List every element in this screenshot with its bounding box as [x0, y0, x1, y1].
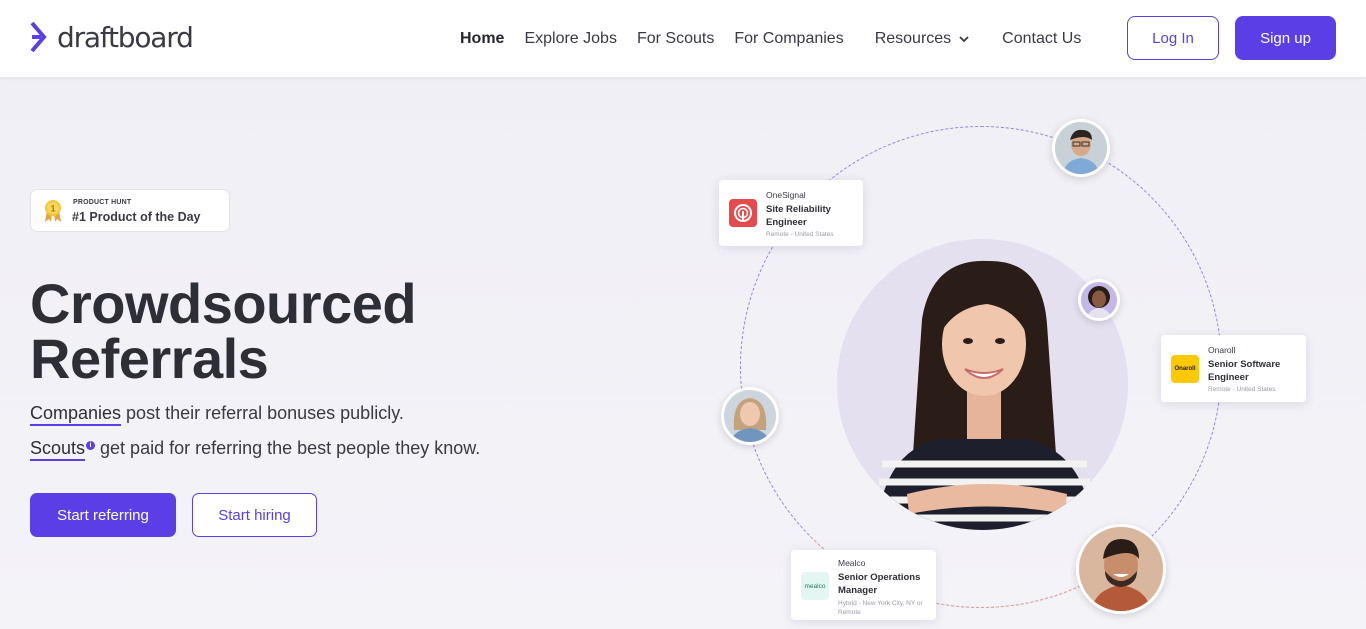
avatar-woman-curly [1078, 279, 1120, 321]
job-card-onaroll[interactable]: Onaroll Onaroll Senior Software Engineer… [1161, 335, 1306, 402]
woman-illustration [837, 239, 1128, 530]
medal-number: 1 [50, 204, 55, 214]
companies-link[interactable]: Companies [30, 403, 122, 426]
avatar-woman-blonde [721, 387, 779, 445]
scouts-link[interactable]: Scouts [30, 438, 86, 461]
onesignal-logo-icon [729, 199, 757, 227]
nav-home[interactable]: Home [460, 30, 504, 48]
hero-section: 1 PRODUCT HUNT #1 Product of the Day Cro… [0, 77, 1366, 629]
product-hunt-title: #1 Product of the Day [72, 210, 201, 224]
job-location: Remote - United States [1208, 386, 1276, 393]
job-company: Mealco [838, 558, 866, 568]
site-header: draftboard Home Explore Jobs For Scouts … [0, 0, 1366, 77]
job-card-mealco[interactable]: mealco Mealco Senior Operations Manager … [791, 550, 936, 620]
job-title: Senior Software Engineer [1208, 359, 1281, 383]
scouts-line: Scouts i get paid for referring the best … [30, 438, 481, 461]
hero-headline: Crowdsourced Referrals [30, 272, 550, 390]
main-nav: Home Explore Jobs For Scouts For Compani… [460, 0, 1101, 77]
job-company: OneSignal [766, 190, 806, 200]
nav-contact-us[interactable]: Contact Us [1002, 30, 1081, 48]
job-location: Remote - United States [766, 231, 834, 238]
job-location: Hybrid - New York City, NY or Remote [838, 600, 923, 616]
start-referring-button[interactable]: Start referring [30, 493, 176, 537]
mealco-logo-icon: mealco [801, 572, 829, 600]
nav-for-companies[interactable]: For Companies [734, 30, 843, 48]
info-icon[interactable]: i [86, 441, 96, 450]
job-card-onesignal[interactable]: OneSignal Site Reliability Engineer Remo… [719, 180, 863, 246]
scouts-line-text: get paid for referring the best people t… [95, 438, 481, 458]
logo[interactable]: draftboard [30, 20, 194, 54]
logo-text: draftboard [57, 20, 194, 54]
logo-mark-icon [30, 21, 47, 53]
signup-button[interactable]: Sign up [1235, 16, 1336, 60]
job-company: Onaroll [1208, 345, 1236, 355]
chevron-down-icon [959, 35, 969, 42]
product-hunt-label: PRODUCT HUNT [73, 199, 132, 206]
medal-icon: 1 [45, 200, 61, 222]
login-button[interactable]: Log In [1127, 16, 1219, 60]
headline-line-1: Crowdsourced [30, 272, 417, 335]
companies-line-text: post their referral bonuses publicly. [121, 403, 404, 423]
headline-line-2: Referrals [30, 327, 269, 390]
start-hiring-button[interactable]: Start hiring [192, 493, 317, 537]
nav-for-scouts[interactable]: For Scouts [637, 30, 714, 48]
avatar-man-beard [1076, 524, 1166, 614]
onaroll-logo-icon: Onaroll [1171, 355, 1199, 383]
avatar-man-glasses [1052, 119, 1110, 177]
hero-woman-photo [837, 239, 1128, 530]
nav-resources-label: Resources [874, 29, 952, 47]
job-title: Site Reliability Engineer [766, 204, 831, 228]
nav-explore-jobs[interactable]: Explore Jobs [524, 30, 617, 48]
nav-resources[interactable]: Resources [875, 30, 971, 48]
job-title: Senior Operations Manager [838, 572, 921, 596]
companies-line: Companies post their referral bonuses pu… [30, 403, 404, 426]
product-hunt-badge[interactable]: 1 PRODUCT HUNT #1 Product of the Day [30, 189, 230, 232]
